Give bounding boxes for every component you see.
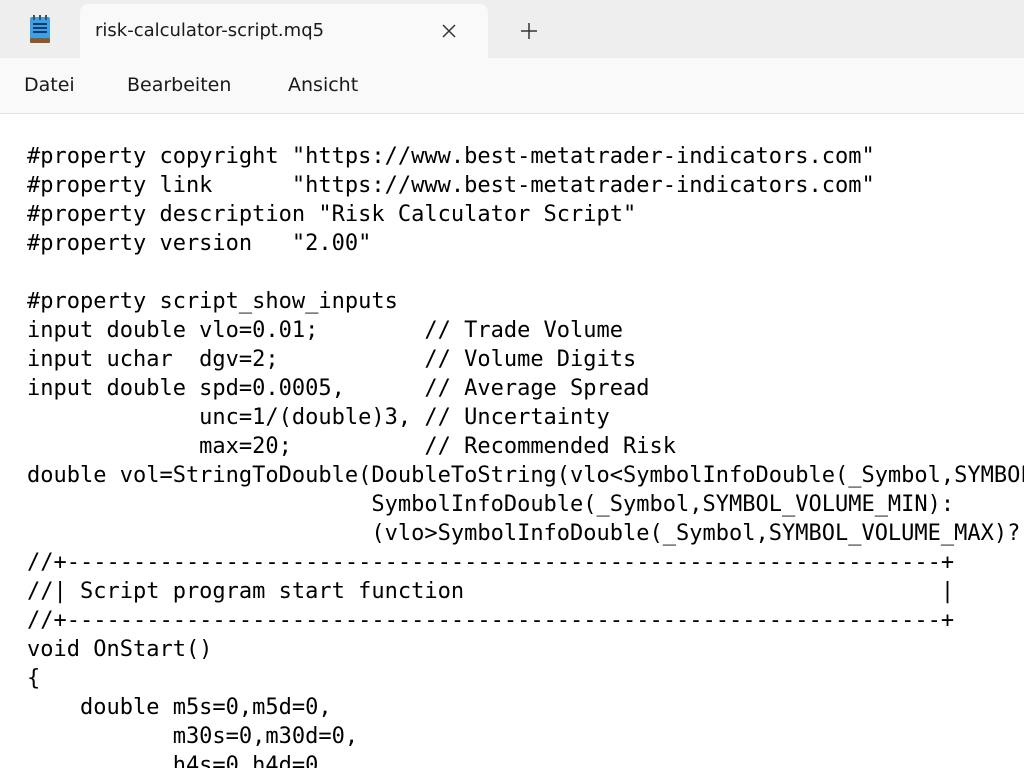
code-line: unc=1/(double)3, // Uncertainty [27, 405, 610, 430]
tab-file[interactable]: risk-calculator-script.mq5 [80, 4, 488, 58]
code-line: double vol=StringToDouble(DoubleToString… [27, 463, 1024, 488]
close-tab-button[interactable] [434, 16, 464, 46]
menu-ansicht[interactable]: Ansicht [288, 74, 358, 96]
code-line: double m5s=0,m5d=0, [27, 695, 332, 720]
menu-datei[interactable]: Datei [24, 74, 75, 96]
code-line: #property description "Risk Calculator S… [27, 202, 637, 227]
code-line: h4s=0,h4d=0, [27, 753, 332, 768]
close-icon [442, 24, 456, 38]
plus-icon [521, 23, 537, 39]
code-line: //+-------------------------------------… [27, 550, 955, 575]
code-line: //| Script program start function | [27, 579, 955, 604]
code-line: //+-------------------------------------… [27, 608, 955, 633]
code-line: #property version "2.00" [27, 231, 372, 256]
code-line: #property copyright "https://www.best-me… [27, 144, 875, 169]
tab-title: risk-calculator-script.mq5 [95, 20, 325, 41]
menu-bar: Datei Bearbeiten Ansicht [0, 58, 1024, 114]
code-line: max=20; // Recommended Risk [27, 434, 677, 459]
code-line: void OnStart() [27, 637, 213, 662]
code-line: (vlo>SymbolInfoDouble(_Symbol,SYMBOL_VOL… [27, 521, 1021, 546]
menu-bearbeiten[interactable]: Bearbeiten [127, 74, 231, 96]
code-line: input double spd=0.0005, // Average Spre… [27, 376, 650, 401]
code-line: input uchar dgv=2; // Volume Digits [27, 347, 637, 372]
code-text: #property copyright "https://www.best-me… [27, 142, 1024, 768]
code-line: input double vlo=0.01; // Trade Volume [27, 318, 624, 343]
title-bar: risk-calculator-script.mq5 [0, 0, 1024, 58]
code-line: SymbolInfoDouble(_Symbol,SYMBOL_VOLUME_M… [27, 492, 955, 517]
new-tab-button[interactable] [514, 16, 544, 46]
code-line: m30s=0,m30d=0, [27, 724, 359, 749]
code-line: { [27, 666, 41, 691]
code-line: #property link "https://www.best-metatra… [27, 173, 875, 198]
text-editor[interactable]: #property copyright "https://www.best-me… [0, 114, 1024, 768]
code-line: #property script_show_inputs [27, 289, 398, 314]
notepad-icon [28, 14, 52, 44]
